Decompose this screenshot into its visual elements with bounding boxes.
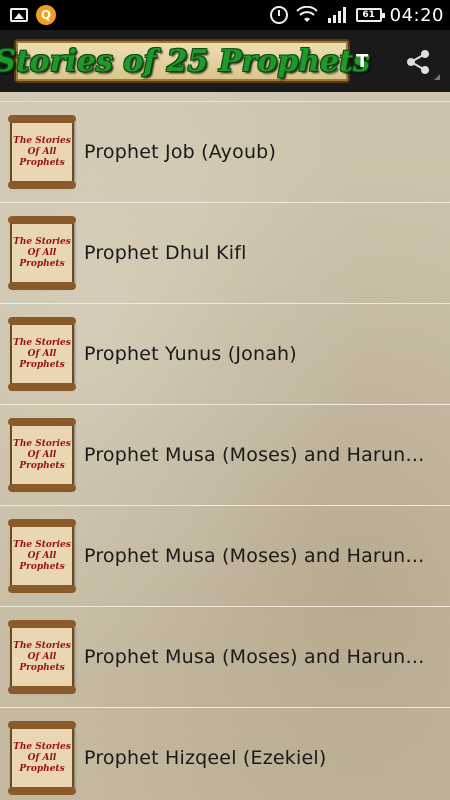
status-clock: 04:20 bbox=[389, 4, 444, 26]
list-item[interactable]: The Stories Of All Prophets Prophet Hizq… bbox=[0, 708, 450, 800]
scroll-thumbnail: The Stories Of All Prophets bbox=[8, 317, 76, 391]
list-item-title: Prophet Job (Ayoub) bbox=[84, 141, 277, 163]
thumbnail-text: The Stories Of All Prophets bbox=[13, 539, 71, 572]
list-item[interactable]: The Stories Of All Prophets Prophet Musa… bbox=[0, 607, 450, 708]
scroll-thumbnail: The Stories Of All Prophets bbox=[8, 115, 76, 189]
alarm-icon bbox=[269, 6, 288, 24]
list-item[interactable]: The Stories Of All Prophets Prophet Yunu… bbox=[0, 304, 450, 405]
thumbnail-text: The Stories Of All Prophets bbox=[13, 438, 71, 471]
image-notification-icon bbox=[10, 8, 28, 22]
list-item[interactable]: The Stories Of All Prophets Prophet Musa… bbox=[0, 405, 450, 506]
app-title-truncated: T bbox=[356, 50, 369, 72]
app-notification-icon: Q bbox=[36, 5, 56, 25]
share-icon bbox=[407, 50, 429, 74]
wifi-icon bbox=[295, 6, 318, 22]
battery-icon: 61 bbox=[355, 8, 385, 22]
thumbnail-text: The Stories Of All Prophets bbox=[13, 236, 71, 269]
thumbnail-text: The Stories Of All Prophets bbox=[13, 640, 71, 673]
scroll-thumbnail: The Stories Of All Prophets bbox=[8, 519, 76, 593]
scroll-thumbnail: The Stories Of All Prophets bbox=[8, 216, 76, 290]
app-logo-text: Stories of 25 Prophets bbox=[0, 43, 370, 79]
list-item-title: Prophet Musa (Moses) and Harun… bbox=[84, 444, 425, 466]
scroll-thumbnail: The Stories Of All Prophets bbox=[8, 620, 76, 694]
status-bar: Q 61 04:20 bbox=[0, 0, 450, 30]
list-item-title: Prophet Musa (Moses) and Harun… bbox=[84, 646, 425, 668]
status-right: 61 04:20 bbox=[269, 4, 444, 26]
action-bar: Stories of 25 Prophets T bbox=[0, 30, 450, 92]
list-item-partial[interactable] bbox=[0, 92, 450, 102]
scroll-thumbnail: The Stories Of All Prophets bbox=[8, 721, 76, 795]
thumbnail-text: The Stories Of All Prophets bbox=[13, 337, 71, 370]
list-item[interactable]: The Stories Of All Prophets Prophet Job … bbox=[0, 102, 450, 203]
thumbnail-text: The Stories Of All Prophets bbox=[13, 135, 71, 168]
scroll-thumbnail: The Stories Of All Prophets bbox=[8, 418, 76, 492]
list-item-title: Prophet Yunus (Jonah) bbox=[84, 343, 297, 365]
list-item[interactable]: The Stories Of All Prophets Prophet Dhul… bbox=[0, 203, 450, 304]
app-logo-banner: Stories of 25 Prophets bbox=[0, 39, 370, 83]
share-button[interactable] bbox=[400, 44, 440, 80]
status-left: Q bbox=[10, 5, 56, 25]
list-item-title: Prophet Musa (Moses) and Harun… bbox=[84, 545, 425, 567]
signal-icon bbox=[327, 7, 346, 23]
thumbnail-text: The Stories Of All Prophets bbox=[13, 741, 71, 774]
list-item[interactable]: The Stories Of All Prophets Prophet Musa… bbox=[0, 506, 450, 607]
list-item-title: Prophet Hizqeel (Ezekiel) bbox=[84, 747, 327, 769]
prophet-story-list[interactable]: The Stories Of All Prophets Prophet Job … bbox=[0, 92, 450, 800]
list-item-title: Prophet Dhul Kifl bbox=[84, 242, 247, 264]
